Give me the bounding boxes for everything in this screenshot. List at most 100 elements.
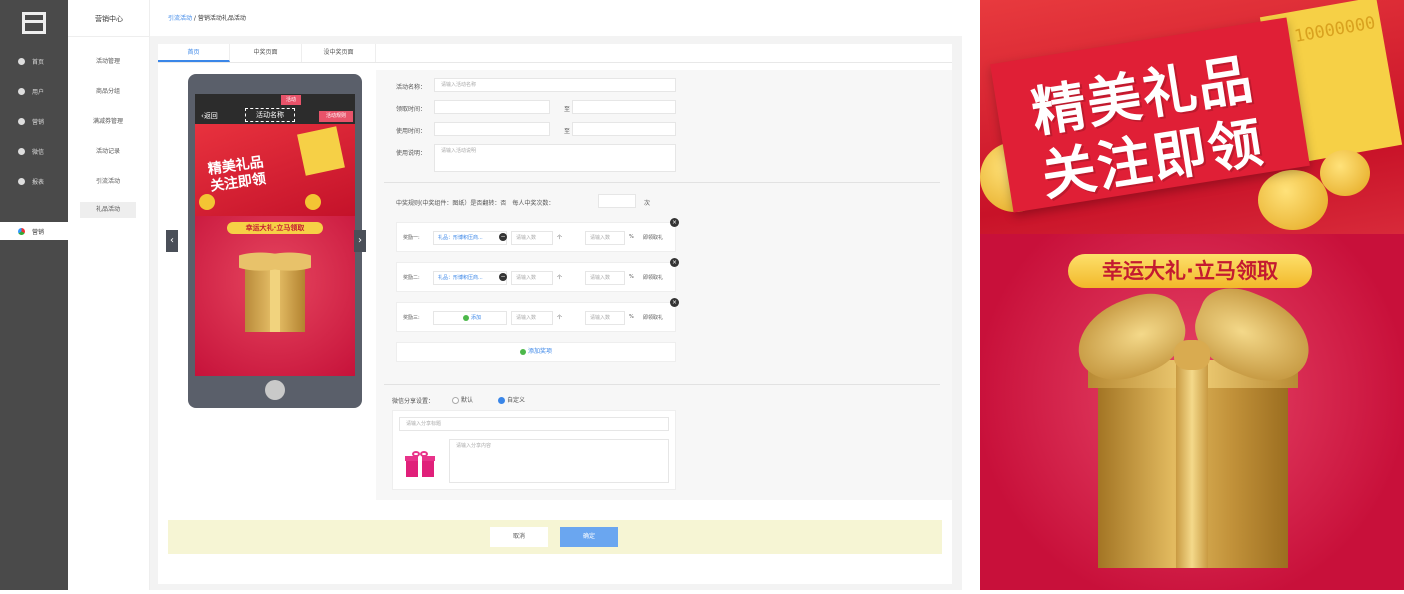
gift-box-graphic [245, 268, 305, 332]
rule-text: 中奖规则(中奖组件：图纸）是否翻转：否 每人中奖次数： [396, 200, 555, 207]
prize-label: 奖励二: [403, 275, 420, 281]
subnav-item-active[interactable]: 礼品活动 [80, 202, 136, 218]
sidebar-item-home[interactable]: 首页 [0, 52, 68, 70]
subnav-item[interactable]: 商品分组 [80, 84, 136, 100]
prize-gift-select[interactable]: 礼品：形博积压商... [433, 271, 507, 285]
sidebar-item-reports[interactable]: 报表 [0, 172, 68, 190]
coin-graphic [1258, 170, 1328, 230]
subnav-item[interactable]: 活动管理 [80, 54, 136, 70]
divider [68, 36, 150, 37]
prev-arrow-icon[interactable]: ‹ [166, 230, 178, 252]
prize-row: 奖励三: 添加 请输入数 个 请输入数 % 即领取礼 × [396, 298, 679, 332]
breadcrumb-current: 营销活动礼品活动 [197, 15, 246, 22]
editor-card: 首页 中奖页面 没中奖页面 ‹返回 活动 活动名称 活动规则 精美礼品关注即领 [158, 44, 952, 584]
description-textarea[interactable]: 请输入活动说明 [434, 144, 676, 172]
app-icon [18, 227, 25, 235]
confirm-button[interactable]: 确定 [560, 527, 618, 547]
divider [384, 384, 940, 385]
claim-end-input[interactable] [572, 100, 676, 114]
sidebar-item-label: 报表 [32, 178, 45, 186]
coin-graphic [1320, 150, 1370, 196]
use-end-input[interactable] [572, 122, 676, 136]
page: 首页 用户 营销 微信 报表 营销 营销中心 活动管理 商品分组 满减券管理 活… [0, 0, 1404, 594]
percent-unit: % [629, 314, 634, 320]
action-bar: 取消 确定 [168, 520, 942, 554]
subnav-item[interactable]: 满减券管理 [80, 114, 136, 130]
prize-label: 奖励一: [403, 235, 420, 241]
phone-banner: 精美礼品 关注即领 [195, 124, 355, 216]
sidebar-item-label: 营销 [32, 118, 45, 126]
sidebar-item-label: 微信 [32, 148, 45, 156]
share-default-radio[interactable]: 默认 [452, 395, 473, 404]
to-label: 至 [564, 128, 571, 135]
phone-home-button [265, 380, 285, 400]
win-times-input[interactable] [598, 194, 636, 208]
remove-gift-icon[interactable]: − [499, 273, 507, 281]
radio-checked-icon [498, 397, 505, 404]
breadcrumb-link[interactable]: 引流活动 [168, 15, 192, 22]
add-icon [519, 348, 526, 355]
prize-label: 奖励三: [403, 315, 420, 321]
prize-prob-input[interactable]: 请输入数 [585, 231, 625, 245]
report-icon [18, 177, 25, 185]
share-title-input[interactable]: 请输入分享标题 [399, 417, 669, 431]
remove-gift-icon[interactable]: − [499, 233, 507, 241]
phone-gift-area: 幸运大礼·立马领取 [195, 216, 355, 376]
ticket-graphic [297, 126, 345, 176]
tab-win-page[interactable]: 中奖页面 [230, 44, 302, 62]
app-logo [22, 12, 46, 34]
tab-lose-page[interactable]: 没中奖页面 [302, 44, 376, 62]
sidebar-item-wechat[interactable]: 微信 [0, 142, 68, 160]
phone-banner-text: 精美礼品 关注即领 [206, 154, 267, 195]
subnav-item[interactable]: 引流活动 [80, 174, 136, 190]
use-time-label: 使用时间： [396, 128, 427, 135]
radio-icon [452, 397, 459, 404]
sidebar-item-label: 营销 [32, 228, 45, 236]
description-label: 使用说明： [396, 150, 427, 157]
close-icon[interactable]: × [670, 298, 679, 307]
phone-screen: ‹返回 活动 活动名称 活动规则 精美礼品 关注即领 幸运大礼·立马领取 [195, 94, 355, 376]
sub-navigation: 营销中心 活动管理 商品分组 满减券管理 活动记录 引流活动 礼品活动 [68, 0, 150, 590]
qty-unit: 个 [557, 275, 563, 281]
add-gift-button[interactable]: 添加 [433, 311, 507, 325]
phone-rule-button[interactable]: 活动规则 [319, 111, 353, 122]
use-start-input[interactable] [434, 122, 550, 136]
percent-unit: % [629, 274, 634, 280]
sidebar-item-users[interactable]: 用户 [0, 82, 68, 100]
tab-home[interactable]: 首页 [158, 44, 230, 62]
gift-icon[interactable] [405, 451, 435, 477]
subnav-item[interactable]: 活动记录 [80, 144, 136, 160]
close-icon[interactable]: × [670, 218, 679, 227]
share-custom-radio[interactable]: 自定义 [498, 395, 525, 404]
wechat-icon [18, 147, 25, 155]
share-desc-input[interactable]: 请输入分享内容 [449, 439, 669, 483]
phone-topbar: ‹返回 活动 活动名称 活动规则 [195, 94, 355, 124]
prize-qty-input[interactable]: 请输入数 [511, 271, 553, 285]
close-icon[interactable]: × [670, 258, 679, 267]
name-label: 活动名称： [396, 84, 427, 91]
gift-knot-graphic [1174, 340, 1210, 370]
main-content: 引流活动 / 营销活动礼品活动 首页 中奖页面 没中奖页面 ‹返回 活动 活动名… [150, 0, 962, 590]
phone-title[interactable]: 活动名称 [245, 108, 295, 122]
prize-qty-input[interactable]: 请输入数 [511, 311, 553, 325]
add-prize-button[interactable]: 添加奖项 [396, 342, 676, 362]
phone-mini-button[interactable]: 活动 [281, 95, 301, 105]
prize-qty-input[interactable]: 请输入数 [511, 231, 553, 245]
name-input[interactable]: 请输入活动名称 [434, 78, 676, 92]
prize-prob-input[interactable]: 请输入数 [585, 311, 625, 325]
next-arrow-icon[interactable]: › [354, 230, 366, 252]
to-label: 至 [564, 106, 571, 113]
prize-gift-select[interactable]: 礼品：形博积压商... [433, 231, 507, 245]
gift-bow-graphic [239, 246, 311, 272]
activity-form: 活动名称： 请输入活动名称 领取时间： 至 使用时间： 至 使用说明： 请输入活… [376, 70, 952, 500]
phone-back-button[interactable]: ‹返回 [201, 111, 218, 121]
sidebar-item-marketing[interactable]: 营销 [0, 112, 68, 130]
sidebar-item-app[interactable]: 营销 [0, 222, 68, 240]
phone-pill: 幸运大礼·立马领取 [227, 222, 323, 234]
qty-unit: 个 [557, 235, 563, 241]
cancel-button[interactable]: 取消 [490, 527, 548, 547]
claim-start-input[interactable] [434, 100, 550, 114]
subnav-title: 营销中心 [95, 15, 123, 23]
main-sidebar: 首页 用户 营销 微信 报表 营销 [0, 0, 68, 590]
prize-prob-input[interactable]: 请输入数 [585, 271, 625, 285]
